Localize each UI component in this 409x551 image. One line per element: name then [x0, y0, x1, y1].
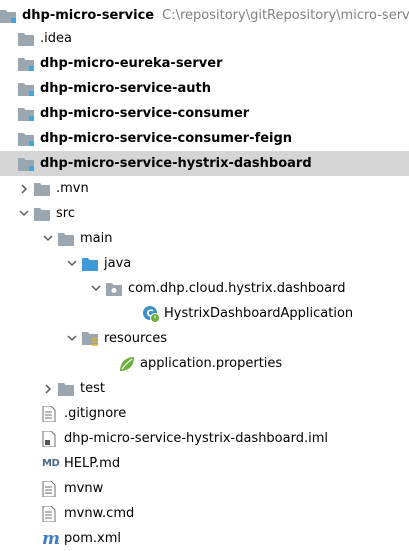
tree-label-mvn: .mvn [56, 181, 89, 196]
tree-row-src[interactable]: src [0, 201, 409, 226]
tree-row-service-consumer-feign[interactable]: dhp-micro-service-consumer-feign [0, 126, 409, 151]
module-folder-icon [18, 155, 38, 173]
tree-row-mvn[interactable]: .mvn [0, 176, 409, 201]
tree-row-app-class[interactable]: C HystrixDashboardApplication [0, 301, 409, 326]
tree-label-gitignore: .gitignore [64, 406, 127, 421]
tree-row-help-md[interactable]: MD HELP.md [0, 451, 409, 476]
tree-label-app-properties: application.properties [140, 356, 283, 371]
module-folder-icon [18, 80, 38, 98]
tree-row-service-auth[interactable]: dhp-micro-service-auth [0, 76, 409, 101]
tree-label-pom: pom.xml [64, 531, 121, 546]
spring-boot-class-icon: C [142, 305, 162, 323]
tree-label-java: java [104, 256, 132, 271]
tree-label-help-md: HELP.md [64, 456, 121, 471]
markdown-icon: MD [42, 455, 62, 473]
project-root-label: dhp-micro-service [22, 8, 155, 23]
package-icon [106, 280, 126, 298]
folder-icon [18, 30, 38, 48]
folder-icon [34, 205, 54, 223]
markdown-badge: MD [42, 458, 60, 469]
folder-icon [34, 180, 54, 198]
module-folder-icon [18, 105, 38, 123]
tree-label-app-class: HystrixDashboardApplication [164, 306, 354, 321]
tree-label-service-auth: dhp-micro-service-auth [40, 81, 212, 96]
tree-row-mvnw[interactable]: mvnw [0, 476, 409, 501]
tree-row-main[interactable]: main [0, 226, 409, 251]
chevron-right-icon[interactable] [14, 176, 34, 201]
tree-label-eureka-server: dhp-micro-eureka-server [40, 56, 223, 71]
folder-icon [58, 380, 78, 398]
tree-row-mvnw-cmd[interactable]: mvnw.cmd [0, 501, 409, 526]
tree-label-service-consumer: dhp-micro-service-consumer [40, 106, 250, 121]
tree-label-mvnw: mvnw [64, 481, 104, 496]
tree-row-gitignore[interactable]: .gitignore [0, 401, 409, 426]
tree-row-service-consumer[interactable]: dhp-micro-service-consumer [0, 101, 409, 126]
tree-row-eureka-server[interactable]: dhp-micro-eureka-server [0, 51, 409, 76]
text-file-icon [42, 505, 62, 523]
tree-label-iml: dhp-micro-service-hystrix-dashboard.iml [64, 431, 328, 446]
tree-row-pom[interactable]: m pom.xml [0, 526, 409, 551]
folder-icon [58, 230, 78, 248]
module-folder-icon [0, 7, 20, 25]
tree-row-java[interactable]: java [0, 251, 409, 276]
text-file-icon [42, 405, 62, 423]
tree-label-hystrix-dashboard: dhp-micro-service-hystrix-dashboard [40, 156, 312, 171]
tree-row-iml[interactable]: dhp-micro-service-hystrix-dashboard.iml [0, 426, 409, 451]
tree-label-package: com.dhp.cloud.hystrix.dashboard [128, 281, 346, 296]
tree-row-app-properties[interactable]: application.properties [0, 351, 409, 376]
chevron-down-icon[interactable] [62, 326, 82, 351]
project-root-path: C:\repository\gitRepository\micro-servic… [162, 8, 409, 23]
chevron-right-icon[interactable] [38, 376, 58, 401]
tree-label-resources: resources [104, 331, 168, 346]
tree-row-idea[interactable]: .idea [0, 26, 409, 51]
tree-row-package[interactable]: com.dhp.cloud.hystrix.dashboard [0, 276, 409, 301]
tree-label-test: test [80, 381, 105, 396]
maven-icon: m [42, 530, 62, 548]
tree-label-src: src [56, 206, 75, 221]
tree-row-test[interactable]: test [0, 376, 409, 401]
tree-label-service-consumer-feign: dhp-micro-service-consumer-feign [40, 131, 293, 146]
text-file-icon [42, 480, 62, 498]
tree-label-main: main [80, 231, 113, 246]
maven-badge: m [42, 528, 60, 549]
chevron-down-icon[interactable] [38, 226, 58, 251]
resources-folder-icon [82, 330, 102, 348]
iml-file-icon [42, 430, 62, 448]
module-folder-icon [18, 55, 38, 73]
chevron-down-icon[interactable] [62, 251, 82, 276]
tree-row-root[interactable]: dhp-micro-service C:\repository\gitRepos… [0, 3, 409, 28]
module-folder-icon [18, 130, 38, 148]
source-folder-icon [82, 255, 102, 273]
chevron-down-icon[interactable] [86, 276, 106, 301]
chevron-down-icon[interactable] [14, 201, 34, 226]
tree-row-hystrix-dashboard[interactable]: dhp-micro-service-hystrix-dashboard [0, 151, 409, 176]
tree-label-idea: .idea [40, 31, 72, 46]
tree-row-resources[interactable]: resources [0, 326, 409, 351]
tree-label-mvnw-cmd: mvnw.cmd [64, 506, 135, 521]
spring-leaf-icon [118, 355, 138, 373]
